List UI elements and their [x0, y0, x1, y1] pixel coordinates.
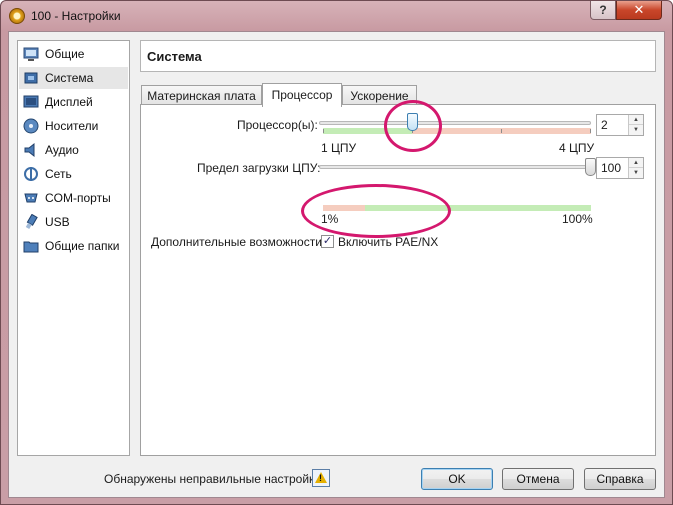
sidebar-item-label: Система	[45, 71, 94, 85]
sidebar-item-storage[interactable]: Носители	[19, 115, 128, 137]
title-help-button[interactable]: ?	[590, 1, 616, 20]
tab-processor[interactable]: Процессор	[262, 83, 342, 107]
cpu-max-label: 4 ЦПУ	[559, 141, 595, 155]
sidebar-item-label: COM-порты	[45, 191, 111, 205]
cpu-tick	[501, 129, 502, 133]
extended-features-label: Дополнительные возможности:	[151, 235, 326, 249]
annotation-circle	[384, 100, 442, 152]
sidebar-item-system[interactable]: Система	[19, 67, 128, 89]
app-icon	[9, 8, 25, 24]
spin-up-icon[interactable]: ▲	[629, 115, 643, 125]
ok-button[interactable]: OK	[421, 468, 493, 490]
title-bar[interactable]: 100 - Настройки ? ✕	[1, 1, 672, 31]
sidebar-item-label: USB	[45, 215, 70, 229]
cpu-min-label: 1 ЦПУ	[321, 141, 357, 155]
cap-slider-track	[319, 165, 591, 169]
close-button[interactable]: ✕	[616, 1, 662, 20]
spin-up-icon[interactable]: ▲	[629, 158, 643, 168]
cpu-cap-label: Предел загрузки ЦПУ:	[197, 161, 321, 175]
monitor-icon	[23, 47, 39, 61]
settings-sidebar: Общие Система Дисплей Носители Аудио Сет…	[17, 40, 130, 456]
sidebar-item-label: Общие	[45, 47, 85, 61]
checkmark-icon: ✓	[322, 235, 333, 247]
cpu-tick	[590, 129, 591, 133]
sidebar-item-general[interactable]: Общие	[19, 43, 128, 65]
sidebar-item-usb[interactable]: USB	[19, 211, 128, 233]
processor-tab-page: Процессор(ы): 1 ЦПУ 4 ЦПУ 2 ▲ ▼ Предел з…	[140, 104, 656, 456]
annotation-circle	[301, 184, 451, 238]
sidebar-item-label: Носители	[45, 119, 99, 133]
sidebar-item-label: Аудио	[45, 143, 79, 157]
speaker-icon	[24, 142, 35, 158]
cpu-slider-track	[319, 121, 591, 125]
folder-icon	[23, 241, 39, 253]
sidebar-item-network[interactable]: Сеть	[19, 163, 128, 185]
storage-icon	[23, 118, 39, 134]
usb-icon	[25, 214, 38, 230]
spin-down-icon[interactable]: ▼	[629, 168, 643, 178]
sidebar-item-com-ports[interactable]: COM-порты	[19, 187, 128, 209]
help-button[interactable]: Справка	[584, 468, 656, 490]
window-title: 100 - Настройки	[31, 9, 121, 23]
sidebar-item-audio[interactable]: Аудио	[19, 139, 128, 161]
sidebar-item-label: Дисплей	[45, 95, 93, 109]
chip-icon	[24, 72, 38, 84]
warning-icon[interactable]: !	[312, 469, 330, 487]
cpu-count-label: Процессор(ы):	[237, 118, 318, 132]
network-icon	[24, 167, 38, 181]
cpu-cap-spinbox[interactable]: 100 ▲ ▼	[596, 157, 644, 179]
pae-nx-checkbox[interactable]: ✓	[321, 235, 334, 248]
serial-port-icon	[24, 193, 38, 203]
sidebar-item-display[interactable]: Дисплей	[19, 91, 128, 113]
cpu-tick	[323, 129, 324, 133]
spin-down-icon[interactable]: ▼	[629, 125, 643, 135]
cpu-count-value: 2	[601, 118, 608, 132]
sidebar-item-label: Общие папки	[45, 239, 120, 253]
display-icon	[23, 95, 39, 108]
page-title: Система	[140, 40, 656, 72]
cpu-count-spinbox[interactable]: 2 ▲ ▼	[596, 114, 644, 136]
sidebar-item-label: Сеть	[45, 167, 72, 181]
sidebar-item-shared-folders[interactable]: Общие папки	[19, 235, 128, 257]
settings-window: 100 - Настройки ? ✕ Общие Система Диспле…	[0, 0, 673, 505]
validation-status: Обнаружены неправильные настройки	[104, 472, 322, 486]
tab-motherboard[interactable]: Материнская плата	[141, 85, 262, 106]
cap-max-label: 100%	[562, 212, 593, 226]
cpu-cap-value: 100	[601, 161, 622, 175]
cap-slider-thumb[interactable]	[585, 158, 596, 176]
client-area: Общие Система Дисплей Носители Аудио Сет…	[8, 31, 665, 498]
cancel-button[interactable]: Отмена	[502, 468, 574, 490]
